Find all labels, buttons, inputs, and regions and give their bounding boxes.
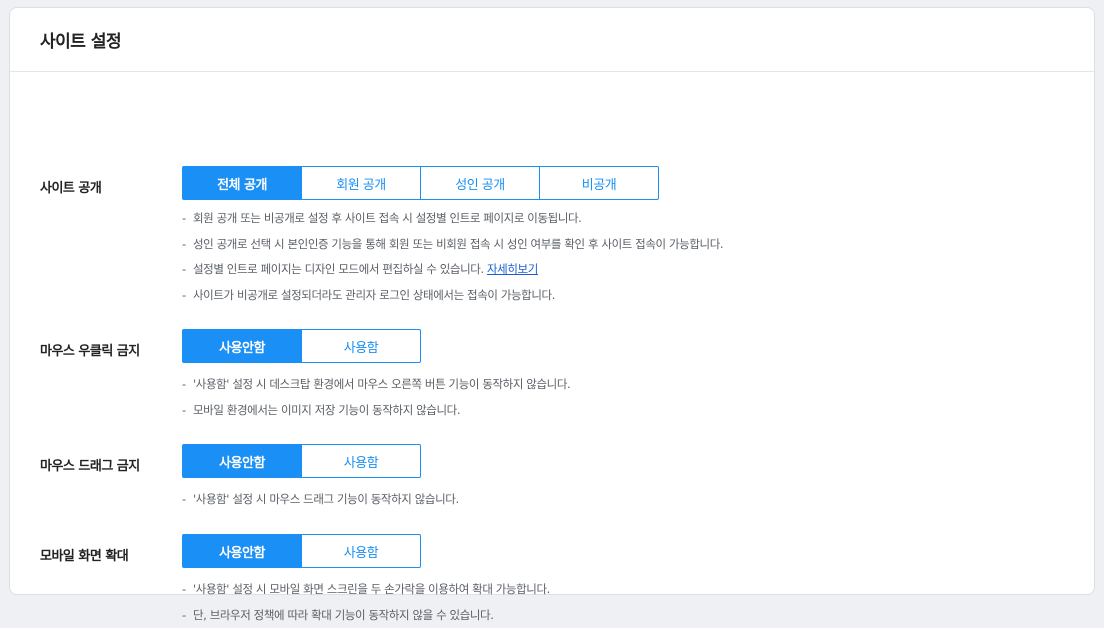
drag-block-toggle: 사용안함 사용함 <box>182 444 421 478</box>
note-item: -단, 브라우저 정책에 따라 확대 기능이 동작하지 않을 수 있습니다. <box>182 603 550 628</box>
site-visibility-toggle: 전체 공개 회원 공개 성인 공개 비공개 <box>182 166 659 200</box>
page-title: 사이트 설정 <box>40 27 121 52</box>
settings-card: 사이트 설정 사이트 공개 전체 공개 회원 공개 성인 공개 비공개 -회원 … <box>9 7 1095 595</box>
mobile-zoom-toggle: 사용안함 사용함 <box>182 534 421 568</box>
note-item: -사이트가 비공개로 설정되더라도 관리자 로그인 상태에서는 접속이 가능합니… <box>182 283 723 309</box>
drag-option-off[interactable]: 사용안함 <box>182 444 302 478</box>
site-visibility-label: 사이트 공개 <box>40 177 101 196</box>
drag-block-notes: -'사용함' 설정 시 마우스 드래그 기능이 동작하지 않습니다. <box>182 487 459 513</box>
note-item: -설정별 인트로 페이지는 디자인 모드에서 편집하실 수 있습니다. 자세히보… <box>182 257 723 283</box>
right-click-option-on[interactable]: 사용함 <box>301 329 421 363</box>
mobile-zoom-label: 모바일 화면 확대 <box>40 545 128 564</box>
visibility-option-members[interactable]: 회원 공개 <box>301 166 421 200</box>
note-item: -'사용함' 설정 시 마우스 드래그 기능이 동작하지 않습니다. <box>182 487 459 513</box>
visibility-option-private[interactable]: 비공개 <box>539 166 659 200</box>
note-item: -'사용함' 설정 시 모바일 화면 스크린을 두 손가락을 이용하여 확대 가… <box>182 577 550 603</box>
visibility-option-adult[interactable]: 성인 공개 <box>420 166 540 200</box>
note-item: -성인 공개로 선택 시 본인인증 기능을 통해 회원 또는 비회원 접속 시 … <box>182 232 723 258</box>
card-header: 사이트 설정 <box>10 8 1094 72</box>
mobile-zoom-option-on[interactable]: 사용함 <box>301 534 421 568</box>
drag-option-on[interactable]: 사용함 <box>301 444 421 478</box>
right-click-option-off[interactable]: 사용안함 <box>182 329 302 363</box>
site-visibility-notes: -회원 공개 또는 비공개로 설정 후 사이트 접속 시 설정별 인트로 페이지… <box>182 206 723 308</box>
mobile-zoom-option-off[interactable]: 사용안함 <box>182 534 302 568</box>
details-link[interactable]: 자세히보기 <box>487 262 538 276</box>
right-click-block-notes: -'사용함' 설정 시 데스크탑 환경에서 마우스 오른쪽 버튼 기능이 동작하… <box>182 372 570 423</box>
right-click-block-label: 마우스 우클릭 금지 <box>40 340 140 359</box>
note-item: -회원 공개 또는 비공개로 설정 후 사이트 접속 시 설정별 인트로 페이지… <box>182 206 723 232</box>
right-click-block-toggle: 사용안함 사용함 <box>182 329 421 363</box>
drag-block-label: 마우스 드래그 금지 <box>40 455 140 474</box>
visibility-option-all[interactable]: 전체 공개 <box>182 166 302 200</box>
note-item: -모바일 환경에서는 이미지 저장 기능이 동작하지 않습니다. <box>182 398 570 424</box>
mobile-zoom-notes: -'사용함' 설정 시 모바일 화면 스크린을 두 손가락을 이용하여 확대 가… <box>182 577 550 628</box>
note-item: -'사용함' 설정 시 데스크탑 환경에서 마우스 오른쪽 버튼 기능이 동작하… <box>182 372 570 398</box>
